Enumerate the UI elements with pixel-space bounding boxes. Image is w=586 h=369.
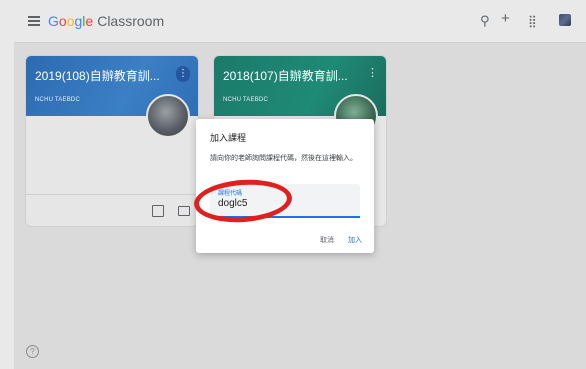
apps-grid-icon[interactable]: ⣿ bbox=[528, 13, 537, 29]
menu-icon[interactable] bbox=[28, 16, 40, 26]
folder-icon[interactable] bbox=[178, 206, 190, 216]
card-footer bbox=[26, 194, 198, 226]
account-avatar[interactable] bbox=[559, 14, 571, 26]
course-subtitle: NCHU TAEBDC bbox=[35, 97, 80, 103]
thumbtack-icon[interactable]: ⚲ bbox=[480, 13, 490, 29]
join-button[interactable]: 加入 bbox=[348, 235, 362, 245]
course-title[interactable]: 2018(107)自辦教育訓... bbox=[223, 67, 348, 84]
cancel-button[interactable]: 取消 bbox=[320, 235, 334, 245]
more-options-icon[interactable]: ⋮ bbox=[367, 66, 378, 79]
course-title[interactable]: 2019(108)自辦教育訓... bbox=[35, 67, 160, 84]
teacher-avatar bbox=[146, 94, 190, 138]
more-options-icon[interactable]: ⋮ bbox=[176, 66, 190, 82]
logo-letter: o bbox=[58, 13, 67, 29]
logo-letter: e bbox=[85, 13, 94, 29]
app-logo[interactable]: Google Classroom bbox=[48, 13, 164, 29]
top-app-bar: Google Classroom ⚲ + ⣿ bbox=[14, 0, 586, 43]
course-subtitle: NCHU TAEBDC bbox=[223, 97, 268, 103]
course-card[interactable]: 2019(108)自辦教育訓... NCHU TAEBDC ⋮ bbox=[25, 55, 199, 227]
logo-product-name: Classroom bbox=[97, 13, 165, 29]
help-icon[interactable]: ? bbox=[26, 345, 39, 358]
logo-letter: G bbox=[48, 13, 59, 29]
plus-icon[interactable]: + bbox=[501, 11, 510, 27]
assignments-icon[interactable] bbox=[152, 205, 164, 217]
dialog-description: 請向你的老師詢問課程代碼，然後在這裡輸入。 bbox=[210, 155, 357, 162]
dialog-title: 加入課程 bbox=[210, 133, 247, 143]
